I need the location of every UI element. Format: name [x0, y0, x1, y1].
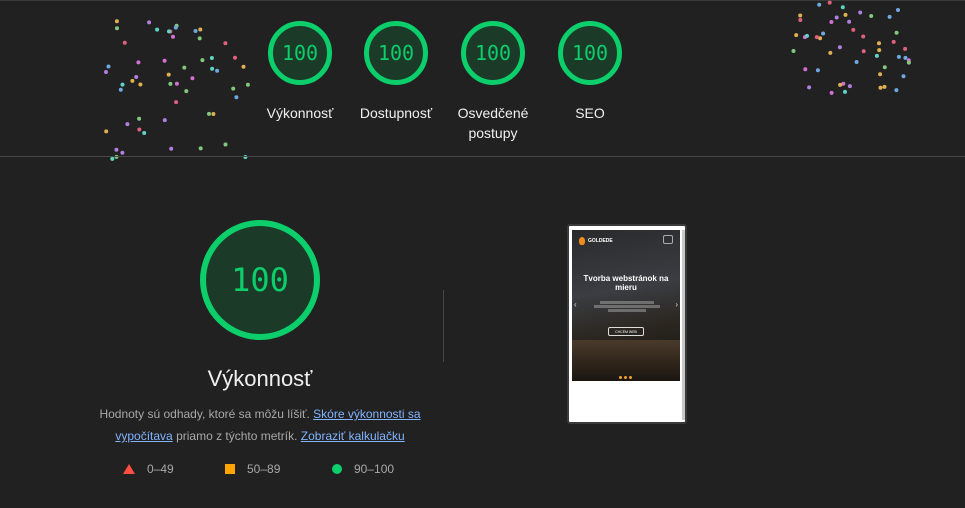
performance-description: Hodnoty sú odhady, ktoré sa môžu líšiť. … — [92, 403, 428, 447]
legend-average: 50–89 — [225, 462, 280, 476]
square-icon — [225, 464, 235, 474]
gauge-label: SEO — [575, 105, 605, 121]
description-text: Hodnoty sú odhady, ktoré sa môžu líšiť. — [99, 407, 310, 421]
section-divider — [0, 156, 965, 157]
gauge-label: Výkonnosť — [266, 105, 334, 121]
flame-icon — [579, 237, 585, 245]
slider-dots — [619, 376, 632, 379]
view-calculator-link[interactable]: Zobraziť kalkulačku — [301, 429, 405, 443]
legend-range: 50–89 — [247, 462, 281, 476]
vertical-separator — [443, 290, 444, 362]
scrollbar — [682, 230, 685, 420]
chevron-right-icon: › — [675, 300, 678, 309]
page-screenshot-thumbnail[interactable]: GOLDEDE Tvorba webstránok na mieru CHCEM… — [567, 224, 687, 424]
performance-score-gauge: 100 — [200, 220, 320, 340]
legend-fail: 0–49 — [123, 462, 174, 476]
circle-icon — [332, 464, 342, 474]
gauge-score: 100 — [364, 21, 428, 85]
gauge-accessibility[interactable]: 100 Dostupnosť — [356, 21, 436, 123]
performance-title: Výkonnosť — [207, 366, 313, 391]
brand-logo: GOLDEDE — [579, 237, 613, 245]
cta-button: CHCEM WEB — [608, 327, 644, 336]
gauge-performance[interactable]: 100 Výkonnosť — [265, 21, 335, 123]
gauge-label: Osvedčené postupy — [457, 105, 529, 141]
gauge-score: 100 — [268, 21, 332, 85]
hero-image — [572, 340, 680, 381]
gauge-score: 100 — [558, 21, 622, 85]
gauge-score: 100 — [461, 21, 525, 85]
chevron-left-icon: ‹ — [574, 300, 577, 309]
legend-range: 0–49 — [147, 462, 174, 476]
description-text: priamo z týchto metrík. — [176, 429, 298, 443]
triangle-icon — [123, 464, 135, 474]
legend-pass: 90–100 — [332, 462, 394, 476]
hamburger-icon — [663, 235, 673, 244]
hero-subtitle — [594, 300, 660, 313]
gauge-best-practices[interactable]: 100 Osvedčené postupy — [452, 21, 534, 143]
hero-title: Tvorba webstránok na mieru — [583, 274, 669, 292]
gauge-label: Dostupnosť — [359, 105, 433, 121]
gauge-seo[interactable]: 100 SEO — [555, 21, 625, 123]
brand-name: GOLDEDE — [588, 238, 613, 244]
screenshot-hero: GOLDEDE Tvorba webstránok na mieru CHCEM… — [572, 230, 680, 381]
legend-range: 90–100 — [354, 462, 395, 476]
